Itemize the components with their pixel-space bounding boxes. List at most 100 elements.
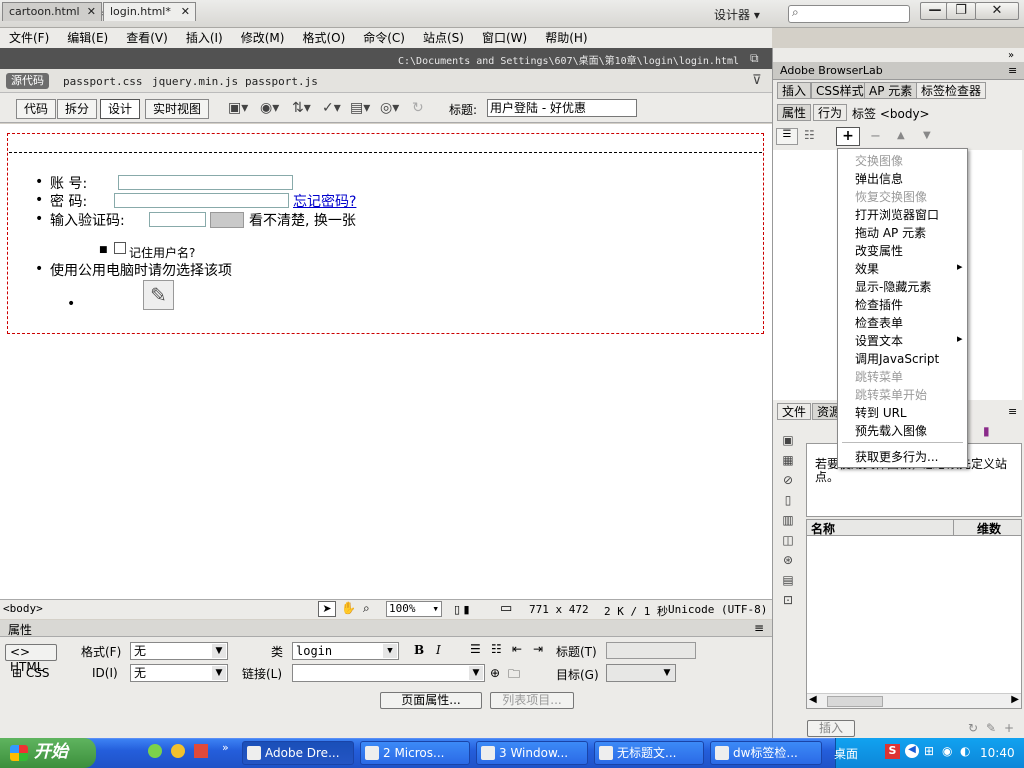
task-dreamweaver[interactable]: Adobe Dre... bbox=[242, 741, 354, 765]
window-size[interactable]: 771 x 472 bbox=[529, 603, 589, 616]
format-select[interactable]: 无 ▼ bbox=[130, 642, 228, 660]
captcha-image[interactable] bbox=[210, 212, 244, 228]
account-input[interactable] bbox=[118, 175, 293, 190]
tab-tag-inspector[interactable]: 标签检查器 bbox=[916, 82, 987, 99]
forgot-password-link[interactable]: 忘记密码? bbox=[293, 191, 356, 211]
menu-modify[interactable]: 修改(M) bbox=[232, 28, 294, 48]
task-word[interactable]: 2 Micros... bbox=[360, 741, 470, 765]
tray-network-icon[interactable]: ⊞ bbox=[924, 744, 934, 758]
ordered-list-icon[interactable]: ☷ bbox=[491, 642, 502, 656]
menu-item[interactable]: 跳转菜单 bbox=[855, 368, 903, 385]
captcha-refresh-link[interactable]: 看不清楚, 换一张 bbox=[249, 210, 356, 230]
menu-edit[interactable]: 编辑(E) bbox=[58, 28, 117, 48]
related-file-jquery[interactable]: jquery.min.js bbox=[152, 75, 238, 88]
id-select[interactable]: 无 ▼ bbox=[130, 664, 228, 682]
tab-ap-elements[interactable]: AP 元素 bbox=[864, 82, 918, 99]
menu-item[interactable]: 拖动 AP 元素 bbox=[855, 224, 926, 241]
col-dimensions[interactable]: 维数 bbox=[977, 520, 1001, 537]
heading-input[interactable] bbox=[606, 642, 696, 659]
class-select[interactable]: login ▼ bbox=[292, 642, 399, 660]
related-file-passport-js[interactable]: passport.js bbox=[245, 75, 318, 88]
subtab-attributes[interactable]: 属性 bbox=[777, 104, 812, 121]
indent-icon[interactable]: ⇥ bbox=[533, 642, 543, 656]
refresh-assets-icon[interactable]: ↻ bbox=[968, 721, 978, 735]
split-view-button[interactable]: 拆分 bbox=[57, 99, 98, 119]
zoom-tool-icon[interactable]: ⌕ bbox=[363, 601, 370, 616]
menu-format[interactable]: 格式(O) bbox=[293, 28, 354, 48]
live-view-button[interactable]: 实时视图 bbox=[145, 99, 210, 119]
panel-menu-icon[interactable]: ≡ bbox=[1008, 64, 1017, 77]
source-code-button[interactable]: 源代码 bbox=[6, 73, 49, 89]
menu-item[interactable]: 调用JavaScript bbox=[855, 350, 939, 367]
edit-asset-icon[interactable]: ✎ bbox=[986, 721, 996, 735]
task-explorer[interactable]: 3 Window... bbox=[476, 741, 588, 765]
maximize-button[interactable]: ❐ bbox=[946, 2, 976, 20]
hand-tool-icon[interactable]: ✋ bbox=[341, 601, 356, 615]
add-behavior-button[interactable]: + bbox=[836, 127, 860, 146]
insert-asset-button[interactable]: 插入 bbox=[807, 720, 855, 737]
menu-insert[interactable]: 插入(I) bbox=[177, 28, 232, 48]
menu-item[interactable]: 跳转菜单开始 bbox=[855, 386, 927, 403]
html-mode-button[interactable]: <> HTML bbox=[5, 644, 57, 674]
quicklaunch-icon[interactable] bbox=[171, 744, 185, 758]
menu-item[interactable]: 检查插件 bbox=[855, 296, 903, 313]
move-up-icon[interactable]: ▲ bbox=[897, 130, 905, 141]
title-input[interactable]: 用户登陆 - 好优惠 bbox=[487, 99, 637, 117]
tab-css-styles[interactable]: CSS样式 bbox=[811, 82, 869, 99]
file-management-icon[interactable]: ⇅▾ bbox=[292, 100, 311, 116]
menu-site[interactable]: 站点(S) bbox=[414, 28, 473, 48]
remove-behavior-icon[interactable]: − bbox=[870, 129, 881, 144]
panel-menu-icon[interactable]: ≡ bbox=[1008, 405, 1017, 418]
menu-item[interactable]: 转到 URL bbox=[855, 404, 907, 421]
close-tab-icon[interactable]: ✕ bbox=[87, 3, 96, 21]
search-input[interactable]: ⌕ bbox=[788, 5, 910, 23]
menu-item[interactable]: 弹出信息 bbox=[855, 170, 903, 187]
remember-checkbox[interactable] bbox=[114, 242, 126, 254]
tab-cartoon[interactable]: cartoon.html ✕ bbox=[2, 2, 102, 21]
tab-login[interactable]: login.html* ✕ bbox=[103, 2, 196, 21]
list-item-button[interactable]: 列表项目... bbox=[490, 692, 574, 709]
task-ie[interactable]: dw标签检... bbox=[710, 741, 822, 765]
captcha-input[interactable] bbox=[149, 212, 206, 227]
point-to-file-icon[interactable]: ⊕ bbox=[490, 666, 500, 680]
browse-folder-icon[interactable]: 🗀 bbox=[508, 665, 520, 686]
tag-selector[interactable]: <body> bbox=[3, 602, 43, 615]
monitor-icon[interactable]: ▭ bbox=[500, 601, 512, 616]
panel-menu-icon[interactable]: ≡ bbox=[754, 621, 764, 635]
menu-item[interactable]: 交换图像 bbox=[855, 152, 903, 169]
design-view-button[interactable]: 设计 bbox=[100, 99, 141, 119]
horizontal-scrollbar[interactable]: ◀ ▶ bbox=[807, 693, 1021, 708]
menu-item[interactable]: 获取更多行为... bbox=[855, 448, 938, 465]
asset-type-icons[interactable]: ▣ ▦ ⊘ ▯ ▥ ◫ ⊛ ▤ ⊡ bbox=[780, 430, 796, 610]
menu-commands[interactable]: 命令(C) bbox=[354, 28, 414, 48]
related-file-passport-css[interactable]: passport.css bbox=[63, 75, 142, 88]
quicklaunch-more-icon[interactable]: » bbox=[222, 741, 229, 754]
menu-file[interactable]: 文件(F) bbox=[0, 28, 58, 48]
menu-item[interactable]: 打开浏览器窗口 bbox=[855, 206, 939, 223]
menu-item[interactable]: 效果 bbox=[855, 260, 963, 277]
add-favorite-icon[interactable]: + bbox=[1004, 721, 1014, 735]
menu-window[interactable]: 窗口(W) bbox=[473, 28, 536, 48]
tray-volume-icon[interactable]: ◐ bbox=[960, 744, 970, 758]
refresh-icon[interactable]: ↻ bbox=[412, 100, 424, 116]
quicklaunch-ie-icon[interactable] bbox=[148, 744, 162, 758]
close-tab-icon[interactable]: ✕ bbox=[181, 3, 190, 21]
select-tool-icon[interactable]: ➤ bbox=[318, 601, 336, 617]
bold-button[interactable]: B bbox=[414, 643, 424, 657]
link-input[interactable]: ▼ bbox=[292, 664, 485, 682]
close-button[interactable]: ✕ bbox=[975, 2, 1019, 20]
restore-icon[interactable]: ⧉ bbox=[750, 51, 759, 66]
check-browser-icon[interactable]: ▤▾ bbox=[350, 100, 370, 116]
page-properties-button[interactable]: 页面属性... bbox=[380, 692, 482, 709]
menu-item[interactable]: 显示-隐藏元素 bbox=[855, 278, 931, 295]
preview-icon[interactable]: ◉▾ bbox=[260, 100, 279, 116]
zoom-select[interactable]: 100% ▾ bbox=[386, 601, 442, 617]
browserlab-title[interactable]: Adobe BrowserLab bbox=[780, 64, 883, 77]
tab-insert[interactable]: 插入 bbox=[777, 82, 812, 99]
submit-image-placeholder-icon[interactable]: ✎ bbox=[143, 280, 174, 310]
menu-item[interactable]: 改变属性 bbox=[855, 242, 903, 259]
window-size-icon[interactable]: ▯ ▮ bbox=[454, 603, 470, 616]
w3c-validation-icon[interactable]: ✓▾ bbox=[322, 100, 341, 116]
tray-sogou-icon[interactable]: S bbox=[885, 744, 900, 759]
italic-button[interactable]: I bbox=[436, 643, 441, 657]
